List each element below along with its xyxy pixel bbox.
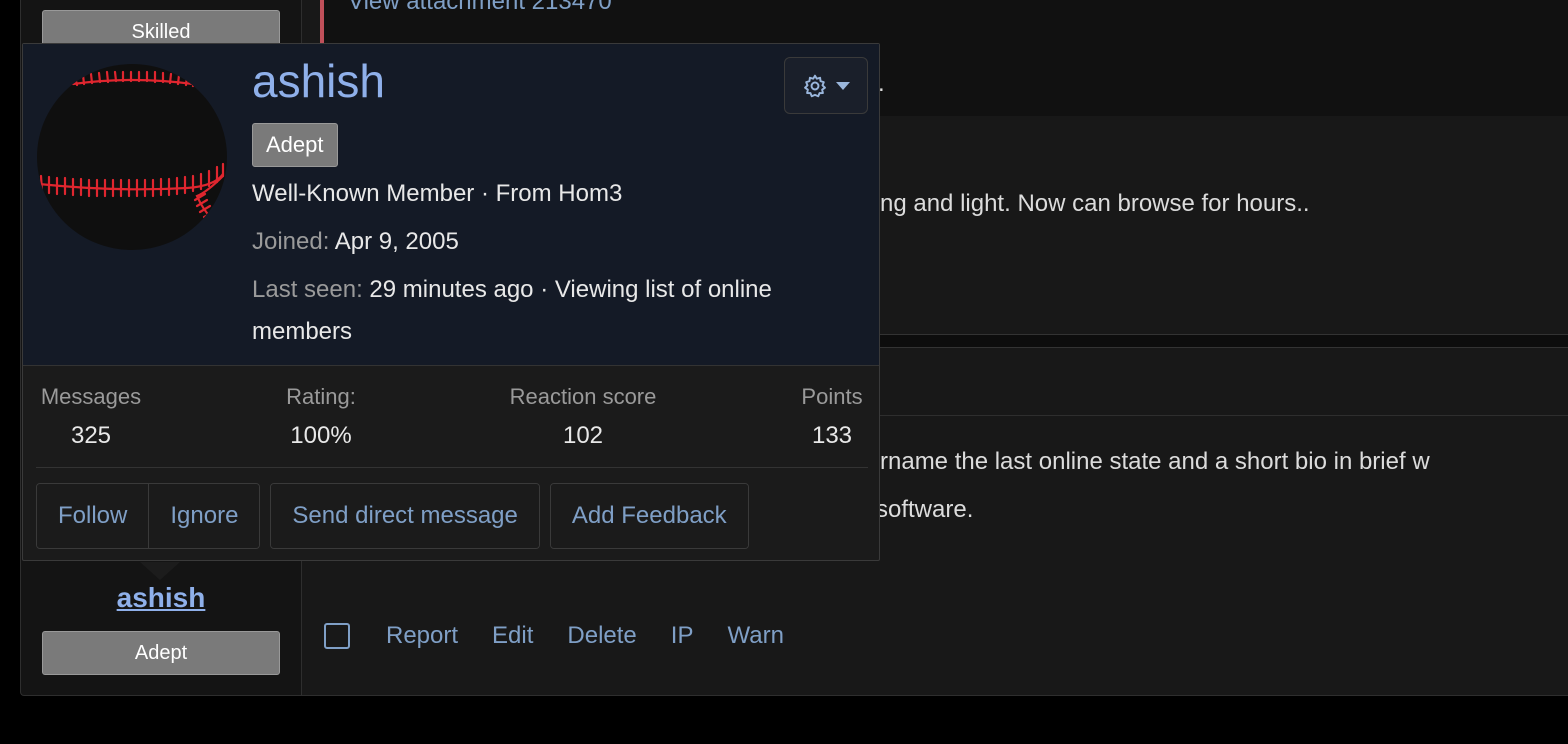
follow-ignore-group: Follow Ignore bbox=[36, 483, 261, 549]
post-text-line-1: rname the last online state and a short … bbox=[880, 448, 1430, 475]
send-dm-group: Send direct message bbox=[270, 483, 540, 549]
stat-points: Points 133 bbox=[796, 384, 868, 450]
author-username-link[interactable]: ashish bbox=[20, 582, 302, 614]
post-text-line-2: software. bbox=[876, 496, 974, 523]
attachment-link[interactable]: View attachment 213470 bbox=[348, 0, 612, 16]
stat-rating: Rating: 100% bbox=[276, 384, 366, 450]
stat-label: Rating: bbox=[286, 384, 356, 409]
tooltip-pointer bbox=[140, 562, 180, 580]
add-feedback-button[interactable]: Add Feedback bbox=[550, 484, 748, 548]
stat-label: Points bbox=[801, 384, 863, 409]
last-seen-label: Last seen: bbox=[252, 276, 363, 303]
follow-button[interactable]: Follow bbox=[37, 484, 149, 548]
stat-reaction-score: Reaction score 102 bbox=[498, 384, 668, 450]
stat-label: Reaction score bbox=[509, 384, 657, 409]
stat-value: 100% bbox=[290, 422, 352, 449]
member-actions: Follow Ignore Send direct message Add Fe… bbox=[36, 483, 749, 549]
ip-link[interactable]: IP bbox=[671, 622, 694, 650]
member-card-header: ashish Adept Well-Known Member · From Ho… bbox=[23, 44, 879, 366]
joined-row: Joined: Apr 9, 2005 bbox=[252, 228, 459, 256]
stat-value: 102 bbox=[562, 422, 604, 449]
author-rank-badge: Adept bbox=[42, 631, 280, 675]
stat-value[interactable]: 325 bbox=[36, 422, 146, 450]
warn-link[interactable]: Warn bbox=[727, 622, 783, 650]
last-seen-value: 29 minutes ago · Viewing list of online bbox=[369, 276, 772, 303]
edit-link[interactable]: Edit bbox=[492, 622, 533, 650]
joined-value: Apr 9, 2005 bbox=[334, 228, 459, 255]
member-tooltip-card: ashish Adept Well-Known Member · From Ho… bbox=[22, 43, 880, 561]
chevron-down-icon bbox=[836, 81, 850, 90]
select-post-checkbox[interactable] bbox=[324, 623, 350, 649]
send-direct-message-button[interactable]: Send direct message bbox=[271, 484, 539, 548]
member-stats: Messages 325 Rating: 100% Reaction score… bbox=[36, 384, 868, 468]
member-settings-button[interactable] bbox=[784, 57, 868, 114]
post-text: ng and light. Now can browse for hours.. bbox=[880, 190, 1310, 217]
last-seen-value-continued: members bbox=[252, 318, 353, 345]
avatar[interactable] bbox=[37, 64, 227, 250]
add-feedback-group: Add Feedback bbox=[549, 483, 749, 549]
gear-icon bbox=[804, 74, 826, 97]
member-username[interactable]: ashish bbox=[252, 54, 385, 108]
stat-value[interactable]: 133 bbox=[796, 422, 868, 450]
ignore-button[interactable]: Ignore bbox=[148, 484, 260, 548]
baseball-stitch-icon bbox=[37, 70, 225, 222]
member-rank-badge: Adept bbox=[252, 123, 338, 167]
joined-label: Joined: bbox=[252, 228, 330, 255]
last-seen-row: Last seen: 29 minutes ago · Viewing list… bbox=[252, 276, 772, 304]
stat-messages: Messages 325 bbox=[36, 384, 146, 450]
report-link[interactable]: Report bbox=[386, 622, 458, 650]
delete-link[interactable]: Delete bbox=[567, 622, 636, 650]
stat-label: Messages bbox=[40, 384, 142, 409]
post-actions-bar: Report Edit Delete IP Warn bbox=[324, 622, 818, 650]
member-title-line: Well-Known Member · From Hom3 bbox=[252, 180, 623, 207]
